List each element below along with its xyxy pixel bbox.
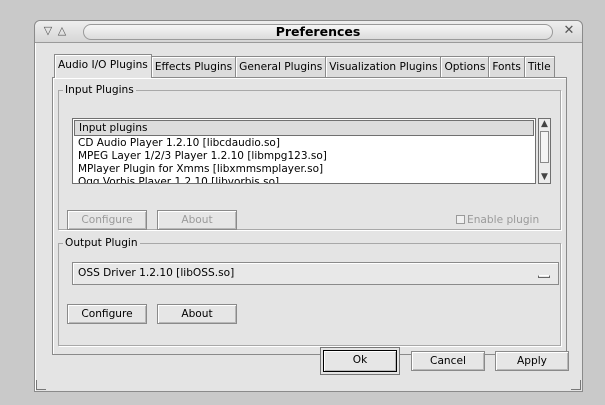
enable-plugin-checkbox[interactable] (456, 215, 465, 224)
tab-options[interactable]: Options (440, 56, 490, 78)
scroll-thumb[interactable] (540, 131, 549, 163)
tab-title[interactable]: Title (523, 56, 555, 78)
enable-plugin-label: Enable plugin (467, 214, 540, 226)
output-plugin-frame: Output Plugin OSS Driver 1.2.10 [libOSS.… (58, 236, 561, 346)
list-item[interactable]: CD Audio Player 1.2.10 [libcdaudio.so] (73, 137, 535, 150)
output-configure-button[interactable]: Configure (67, 304, 147, 324)
input-about-button[interactable]: About (157, 210, 237, 230)
input-plugins-list[interactable]: Input plugins CD Audio Player 1.2.10 [li… (72, 118, 536, 184)
resize-grip-right-icon[interactable] (571, 380, 581, 390)
tab-audio-io-plugins[interactable]: Audio I/O Plugins (54, 54, 152, 78)
list-item[interactable]: Ogg Vorbis Player 1.2.10 [libvorbis.so] (73, 176, 535, 183)
input-plugins-frame: Input Plugins Input plugins CD Audio Pla… (58, 83, 561, 230)
output-plugin-label: Output Plugin (63, 236, 140, 250)
cancel-button[interactable]: Cancel (411, 351, 485, 371)
tab-general-plugins[interactable]: General Plugins (235, 56, 327, 78)
output-about-button[interactable]: About (157, 304, 237, 324)
tab-panel: Input Plugins Input plugins CD Audio Pla… (52, 77, 567, 355)
scroll-down-icon[interactable]: ▼ (539, 172, 550, 183)
scroll-up-icon[interactable]: ▲ (539, 119, 550, 130)
output-plugin-value: OSS Driver 1.2.10 [libOSS.so] (78, 267, 235, 279)
preferences-window: ▽ △ Preferences ✕ Audio I/O Plugins Effe… (34, 20, 583, 392)
input-plugins-label: Input Plugins (63, 83, 136, 97)
close-icon[interactable]: ✕ (562, 24, 576, 38)
ok-button[interactable]: Ok (323, 350, 397, 372)
tab-fonts[interactable]: Fonts (488, 56, 525, 78)
list-column-header[interactable]: Input plugins (74, 120, 534, 136)
shade-icon[interactable]: △ (55, 24, 69, 38)
list-item[interactable]: MPEG Layer 1/2/3 Player 1.2.10 [libmpg12… (73, 150, 535, 163)
input-configure-button[interactable]: Configure (67, 210, 147, 230)
title-bar[interactable]: ▽ △ Preferences ✕ (35, 21, 582, 43)
window-title: Preferences (83, 24, 553, 40)
tab-visualization-plugins[interactable]: Visualization Plugins (325, 56, 442, 78)
resize-grip-left-icon[interactable] (36, 380, 46, 390)
list-scrollbar[interactable]: ▲ ▼ (538, 118, 551, 184)
list-item[interactable]: MPlayer Plugin for Xmms [libxmmsmplayer.… (73, 163, 535, 176)
output-plugin-select[interactable]: OSS Driver 1.2.10 [libOSS.so] (72, 262, 559, 285)
enable-plugin-toggle[interactable]: Enable plugin (456, 213, 539, 227)
option-menu-indicator-icon (538, 275, 550, 278)
window-menu-icon[interactable]: ▽ (41, 24, 55, 38)
tab-bar: Audio I/O Plugins Effects Plugins Genera… (54, 54, 555, 78)
apply-button[interactable]: Apply (495, 351, 569, 371)
tab-effects-plugins[interactable]: Effects Plugins (150, 56, 237, 78)
